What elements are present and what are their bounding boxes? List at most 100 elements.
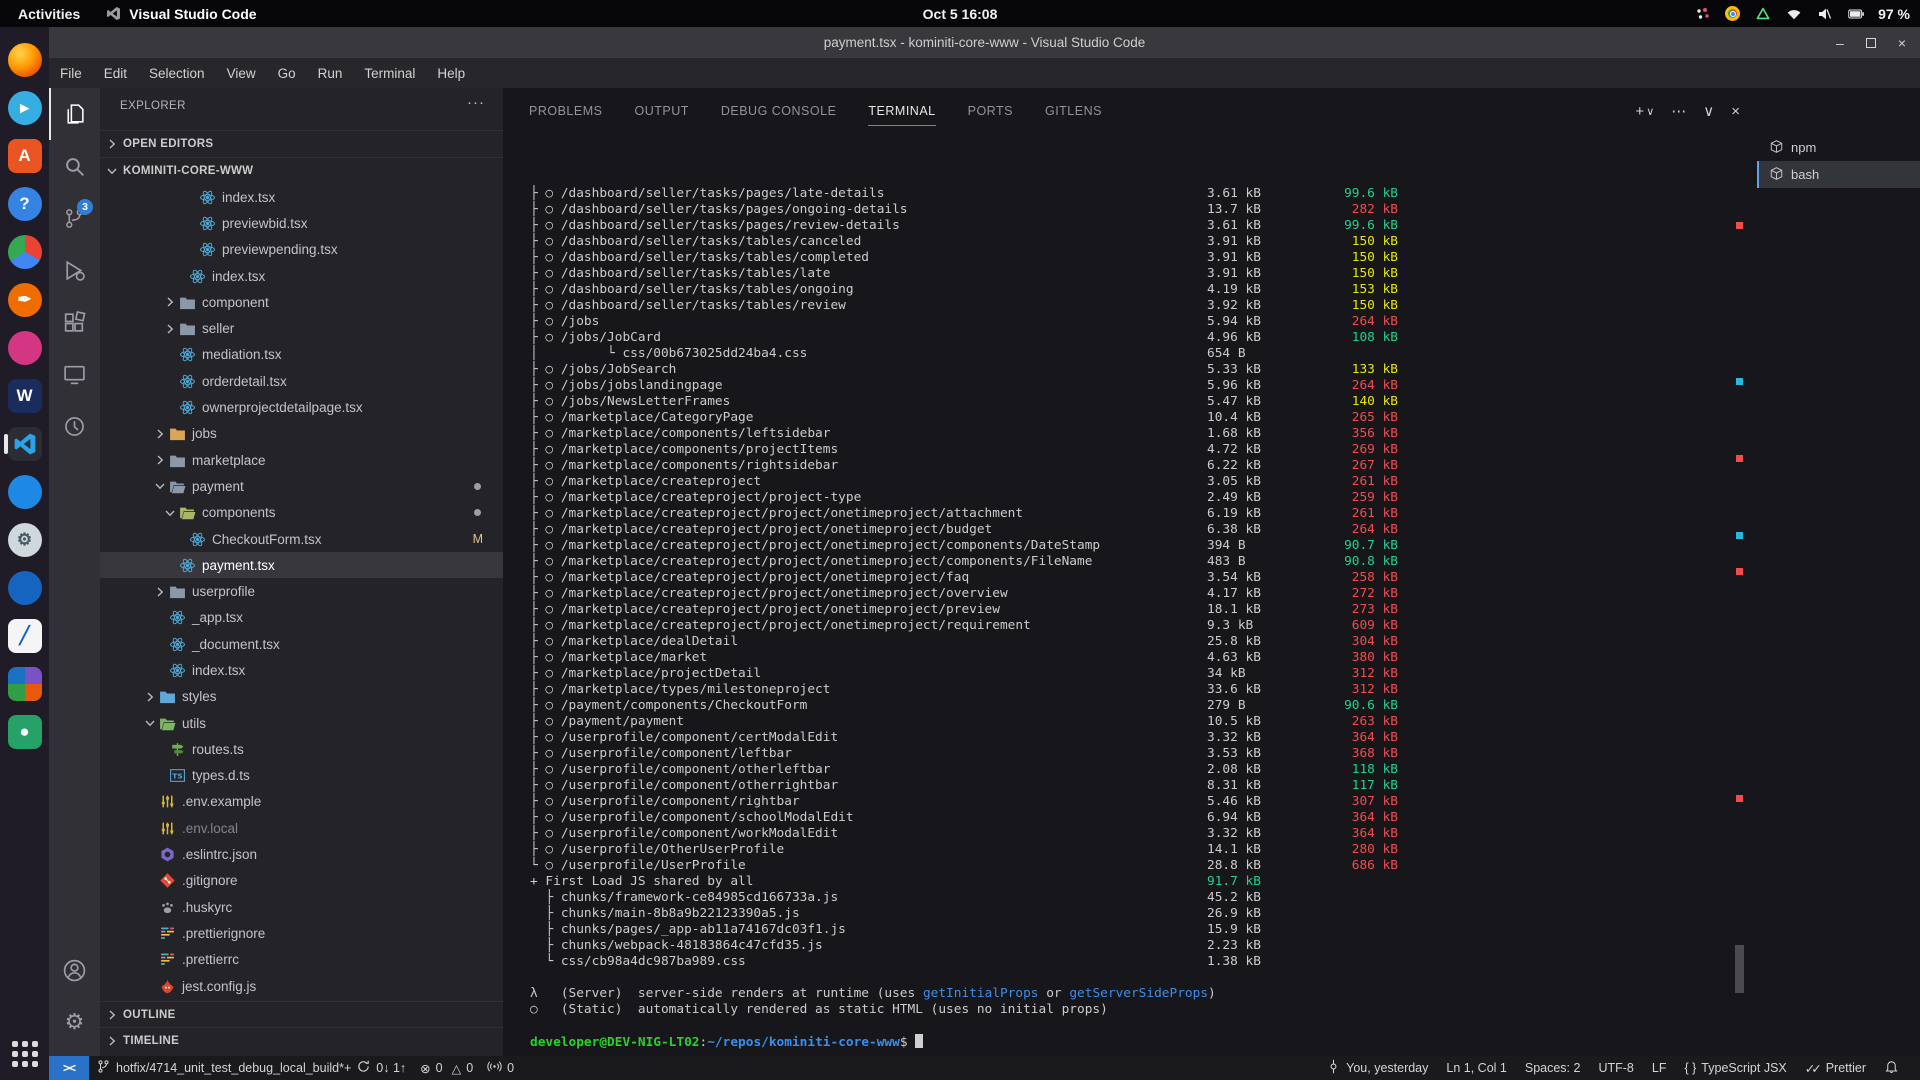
panel-action-new-terminal[interactable]: +∨ [1635,103,1654,120]
wifi-icon[interactable] [1785,5,1802,22]
status-formatter[interactable]: ✓✓Prettier [1796,1061,1875,1076]
tree-file-previewpending.tsx[interactable]: previewpending.tsx [100,237,503,263]
tree-file-payment.tsx[interactable]: payment.tsx [100,552,503,578]
dock-item-helm-wheel[interactable]: ⚙ [5,516,45,564]
dock-item-app-green[interactable]: ● [5,708,45,756]
activity-explorer[interactable] [49,88,100,140]
tree-folder-userprofile[interactable]: userprofile [100,578,503,604]
ports-indicator[interactable]: 0 [480,1056,521,1080]
tree-file--app.tsx[interactable]: _app.tsx [100,605,503,631]
menu-edit[interactable]: Edit [93,58,138,88]
clock[interactable]: Oct 5 16:08 [923,6,998,22]
panel-tab-ports[interactable]: PORTS [968,96,1013,126]
dock-item-firefox[interactable] [5,36,45,84]
status-git-commit-info[interactable]: You, yesterday [1317,1059,1437,1077]
activity-gitlens[interactable] [49,400,100,452]
show-applications-button[interactable] [0,1034,49,1074]
problems-indicator[interactable]: ⊗ 0 △ 0 [413,1056,480,1080]
tree-folder-styles[interactable]: styles [100,684,503,710]
menu-terminal[interactable]: Terminal [353,58,426,88]
dock-item-app-mosaic[interactable] [5,660,45,708]
panel-tab-debug-console[interactable]: DEBUG CONSOLE [721,96,837,126]
dock-item-app-blue-drop[interactable] [5,468,45,516]
menu-run[interactable]: Run [307,58,354,88]
dock-item-app-wiki[interactable]: W [5,372,45,420]
tree-file-index.tsx[interactable]: index.tsx [100,184,503,210]
tree-folder-utils[interactable]: utils [100,710,503,736]
menu-help[interactable]: Help [426,58,476,88]
panel-tab-problems[interactable]: PROBLEMS [529,96,602,126]
volume-muted-icon[interactable] [1816,5,1833,22]
dock-item-app-pink[interactable] [5,324,45,372]
tree-folder-marketplace[interactable]: marketplace [100,447,503,473]
open-editors-section[interactable]: OPEN EDITORS [100,130,503,157]
status-eol[interactable]: LF [1643,1061,1676,1075]
tree-file-types.d.ts[interactable]: TStypes.d.ts [100,763,503,789]
panel-tab-gitlens[interactable]: GITLENS [1045,96,1102,126]
chrome-tray-icon[interactable] [1725,6,1740,21]
activities-button[interactable]: Activities [18,6,80,22]
system-tray[interactable]: 97 % [1694,0,1910,27]
tree-file-.gitignore[interactable]: .gitignore [100,868,503,894]
panel-tab-output[interactable]: OUTPUT [634,96,688,126]
tree-file-jest.config.js[interactable]: jest.config.js [100,973,503,999]
tree-file-.huskyrc[interactable]: .huskyrc [100,894,503,920]
dock-item-app-orange-pen[interactable]: ✒ [5,276,45,324]
tree-file-.env.example[interactable]: .env.example [100,789,503,815]
terminal-instance-npm[interactable]: npm [1757,134,1920,161]
activity-remote-explorer[interactable] [49,348,100,400]
tree-file-.eslintrc.json[interactable]: .eslintrc.json [100,841,503,867]
terminal-instance-bash[interactable]: bash [1757,161,1920,188]
activity-run-debug[interactable] [49,244,100,296]
panel-tab-terminal[interactable]: TERMINAL [868,96,935,126]
dock-item-app-blue2[interactable] [5,564,45,612]
status-language-mode[interactable]: { }TypeScript JSX [1675,1061,1795,1075]
tree-file-index.tsx[interactable]: index.tsx [100,263,503,289]
tree-file-.env.local[interactable]: .env.local [100,815,503,841]
window-title-bar[interactable]: payment.tsx - kominiti-core-www - Visual… [49,27,1920,58]
project-root-section[interactable]: KOMINITI-CORE-WWW [100,157,503,184]
tree-file-routes.ts[interactable]: routes.ts [100,736,503,762]
remote-indicator[interactable]: >< [49,1056,89,1080]
timeline-section[interactable]: TIMELINE [100,1027,503,1054]
tree-folder-seller[interactable]: seller [100,315,503,341]
dock-item-vscode[interactable] [5,420,45,468]
tree-folder-jobs[interactable]: jobs [100,421,503,447]
terminal-scrollbar[interactable] [1735,945,1744,993]
tree-file-ownerprojectdetailpage.tsx[interactable]: ownerprojectdetailpage.tsx [100,394,503,420]
tree-file--document.tsx[interactable]: _document.tsx [100,631,503,657]
menu-go[interactable]: Go [267,58,307,88]
close-button[interactable]: × [1898,35,1906,51]
activity-account[interactable] [49,944,100,996]
menu-view[interactable]: View [216,58,267,88]
focused-app-indicator[interactable]: Visual Studio Code [106,6,256,22]
recycle-tray-icon[interactable] [1754,5,1771,22]
outline-section[interactable]: OUTLINE [100,1001,503,1028]
tree-file-CheckoutForm.tsx[interactable]: CheckoutForm.tsxM [100,526,503,552]
status-cursor-position[interactable]: Ln 1, Col 1 [1437,1061,1515,1075]
maximize-button[interactable] [1866,38,1876,48]
activity-settings[interactable]: ⚙ [49,996,100,1048]
app-indicator-dots-icon[interactable] [1694,5,1711,22]
panel-action-collapse-panel[interactable]: ∨ [1703,102,1714,120]
tree-file-.prettierrc[interactable]: .prettierrc [100,947,503,973]
dock-item-help[interactable]: ? [5,180,45,228]
minimize-button[interactable]: – [1836,35,1844,51]
git-branch[interactable]: hotfix/4714_unit_test_debug_local_build*… [89,1056,413,1080]
tree-folder-payment[interactable]: payment [100,473,503,499]
tree-file-.prettierignore[interactable]: .prettierignore [100,920,503,946]
activity-extensions[interactable] [49,296,100,348]
status-notifications[interactable] [1875,1059,1908,1077]
battery-icon[interactable] [1847,5,1864,22]
activity-source-control[interactable]: 3 [49,192,100,244]
terminal-prompt[interactable]: developer@DEV-NIG-LT02:~/repos/kominiti-… [530,1034,1760,1050]
dock-item-chrome[interactable] [5,228,45,276]
tree-folder-component[interactable]: component [100,289,503,315]
activity-search[interactable] [49,140,100,192]
tree-file-previewbid.tsx[interactable]: previewbid.tsx [100,210,503,236]
menu-selection[interactable]: Selection [138,58,216,88]
tree-file-orderdetail.tsx[interactable]: orderdetail.tsx [100,368,503,394]
dock-item-telegram[interactable]: ▸ [5,84,45,132]
dock-item-text-editor[interactable]: ╱ [5,612,45,660]
tree-file-mediation.tsx[interactable]: mediation.tsx [100,342,503,368]
